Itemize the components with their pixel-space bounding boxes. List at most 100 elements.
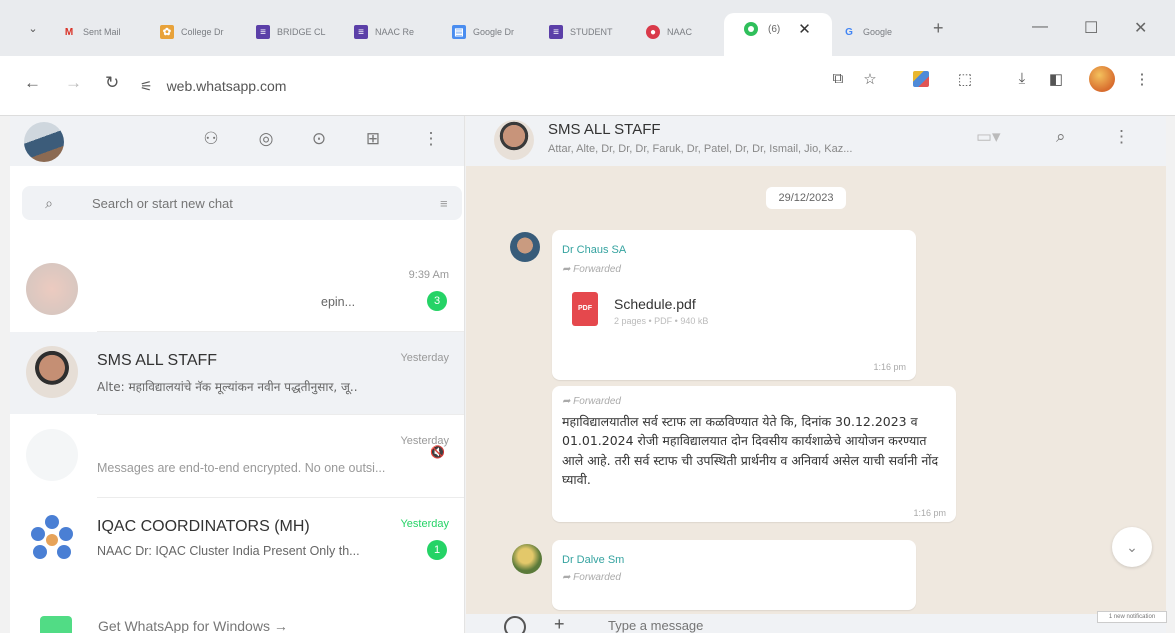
site-settings-icon[interactable]: ⚟ <box>140 78 153 95</box>
document-name: Schedule.pdf <box>614 296 696 312</box>
status-icon[interactable]: ◎ <box>253 129 279 153</box>
conversation-header[interactable]: SMS ALL STAFF Attar, Alte, Dr, Dr, Dr, F… <box>466 116 1166 166</box>
tab-label: Google <box>863 27 893 37</box>
browser-toolbar: ← → ↻ ⚟ web.whatsapp.com ⧉ ☆ ⬚ ⤓ ◧ ⋮ <box>0 56 1175 116</box>
tab-label: NAAC Re <box>375 27 415 37</box>
tab-student[interactable]: ≡ STUDENT <box>549 18 631 46</box>
tab-naac-re[interactable]: ≡ NAAC Re <box>354 18 436 46</box>
new-chat-icon[interactable]: ⊞ <box>360 129 386 153</box>
emoji-icon[interactable] <box>504 616 526 633</box>
chat-name: IQAC COORDINATORS (MH) <box>97 518 310 535</box>
my-profile-avatar[interactable] <box>24 122 64 162</box>
download-icon[interactable]: ⤓ <box>1012 70 1032 90</box>
search-messages-icon[interactable]: ⌕ <box>1056 127 1066 147</box>
maximize-icon[interactable]: ☐ <box>1084 18 1098 38</box>
message-bubble[interactable]: Dr Chaus SA ➦ Forwarded PDF Schedule.pdf… <box>552 230 916 380</box>
video-call-icon[interactable]: ▭▾ <box>976 127 1001 147</box>
message-composer: + <box>466 614 1166 633</box>
chat-avatar <box>26 263 78 315</box>
search-input[interactable] <box>92 195 412 211</box>
window-close-icon[interactable]: ✕ <box>1134 18 1147 38</box>
tab-label: BRIDGE CL <box>277 27 326 37</box>
forms-icon: ≡ <box>256 25 270 39</box>
chat-preview: NAAC Dr: IQAC Cluster India Present Only… <box>97 544 360 558</box>
tab-college[interactable]: ✿ College Dr <box>160 18 242 46</box>
mute-icon: 🔇 <box>430 445 445 459</box>
group-title: SMS ALL STAFF <box>548 121 661 138</box>
chat-avatar <box>26 429 78 481</box>
tab-label: STUDENT <box>570 27 613 37</box>
circle-icon: ● <box>646 25 660 39</box>
get-whatsapp-banner[interactable]: Get WhatsApp for Windows → <box>10 614 464 633</box>
install-app-icon[interactable]: ⧉ <box>828 70 848 90</box>
message-text: महाविद्यालयातील सर्व स्टाफ ला कळविण्यात … <box>562 414 939 488</box>
tab-label: (6) <box>768 23 781 35</box>
profile-avatar[interactable] <box>1089 66 1115 92</box>
chat-list-item-iqac[interactable]: IQAC COORDINATORS (MH) Yesterday NAAC Dr… <box>10 498 464 580</box>
minimize-icon[interactable]: — <box>1032 18 1048 36</box>
unread-badge: 3 <box>427 291 447 311</box>
extensions-icon[interactable]: ⬚ <box>955 70 975 90</box>
chat-avatar <box>26 346 78 398</box>
group-avatar[interactable] <box>494 120 534 160</box>
whatsapp-icon <box>744 22 758 36</box>
side-panel-icon[interactable]: ◧ <box>1046 70 1066 90</box>
pdf-file-icon: PDF <box>572 292 598 326</box>
sender-avatar[interactable] <box>510 232 540 262</box>
chat-time: Yesterday <box>400 352 449 364</box>
forms-icon: ≡ <box>549 25 563 39</box>
new-tab-icon[interactable]: + <box>933 18 944 39</box>
google-icon: G <box>845 26 853 38</box>
address-bar[interactable]: ⚟ web.whatsapp.com <box>140 69 800 103</box>
chat-time: Yesterday <box>400 518 449 530</box>
back-arrow-icon[interactable]: ← <box>24 73 41 93</box>
chat-list-item[interactable]: Yesterday Messages are end-to-end encryp… <box>10 415 464 497</box>
download-app-icon <box>40 616 72 633</box>
scroll-down-icon[interactable]: ⌄ <box>1112 527 1152 567</box>
chat-list-header: ⚇ ◎ ⊙ ⊞ ⋮ <box>10 116 464 166</box>
filter-icon[interactable]: ≡ <box>440 196 448 211</box>
group-members: Attar, Alte, Dr, Dr, Dr, Faruk, Dr, Pate… <box>548 143 853 155</box>
get-app-link[interactable]: Get WhatsApp for Windows → <box>98 618 288 633</box>
attach-plus-icon[interactable]: + <box>554 614 565 633</box>
tab-search-chevron-icon[interactable]: ⌄ <box>22 22 44 42</box>
tab-google[interactable]: G Google <box>842 18 918 46</box>
browser-menu-icon[interactable]: ⋮ <box>1132 70 1152 90</box>
chat-list-item[interactable]: 9:39 Am epin... 3 <box>10 249 464 331</box>
forwarded-label: ➦ Forwarded <box>562 264 621 275</box>
message-bubble[interactable]: ➦ Forwarded महाविद्यालयातील सर्व स्टाफ ल… <box>552 386 956 522</box>
tab-naac[interactable]: ● NAAC <box>646 18 716 46</box>
forward-arrow-icon[interactable]: → <box>65 73 82 93</box>
chat-preview: epin... <box>321 295 356 309</box>
chat-time: 9:39 Am <box>408 269 449 281</box>
tab-label: College Dr <box>181 27 224 37</box>
chat-menu-icon[interactable]: ⋮ <box>418 129 444 153</box>
tab-label: NAAC <box>667 27 693 37</box>
bookmark-star-icon[interactable]: ☆ <box>860 70 880 90</box>
sender-name[interactable]: Dr Chaus SA <box>562 244 626 256</box>
tab-close-icon[interactable]: ✕ <box>798 20 811 38</box>
message-input[interactable] <box>608 618 1008 633</box>
message-bubble[interactable]: Dr Dalve Sm ➦ Forwarded <box>552 540 916 610</box>
conversation-menu-icon[interactable]: ⋮ <box>1113 127 1130 147</box>
tab-bridge[interactable]: ≡ BRIDGE CL <box>256 18 338 46</box>
sender-avatar[interactable] <box>512 544 542 574</box>
document-attachment[interactable]: PDF Schedule.pdf 2 pages • PDF • 940 kB <box>564 282 894 342</box>
chat-list-pane: ⚇ ◎ ⊙ ⊞ ⋮ ⌕ ≡ 9:39 Am epin... 3 SMS ALL … <box>10 116 465 633</box>
extension-color-icon[interactable] <box>913 71 929 87</box>
tab-google-drive[interactable]: ▤ Google Dr <box>452 18 534 46</box>
tab-sent-mail[interactable]: M Sent Mail <box>62 18 144 46</box>
chat-preview: Alte: महाविद्यालयांचे नॅक मूल्यांकन नवीन… <box>97 380 358 394</box>
date-separator: 29/12/2023 <box>766 187 846 209</box>
sender-name[interactable]: Dr Dalve Sm <box>562 554 624 566</box>
forwarded-label: ➦ Forwarded <box>562 396 621 407</box>
channels-icon[interactable]: ⊙ <box>306 129 332 153</box>
communities-icon[interactable]: ⚇ <box>198 129 224 153</box>
chat-preview: Messages are end-to-end encrypted. No on… <box>97 461 386 475</box>
reload-icon[interactable]: ↻ <box>105 73 119 93</box>
browser-tab-strip: ⌄ M Sent Mail ✿ College Dr ≡ BRIDGE CL ≡… <box>0 0 1175 56</box>
chat-list-item-sms-all-staff[interactable]: SMS ALL STAFF Yesterday Alte: महाविद्याल… <box>10 332 464 414</box>
chat-search-bar: ⌕ <box>22 186 462 220</box>
document-meta: 2 pages • PDF • 940 kB <box>614 316 709 326</box>
notification-toast[interactable]: 1 new notification <box>1097 611 1167 623</box>
